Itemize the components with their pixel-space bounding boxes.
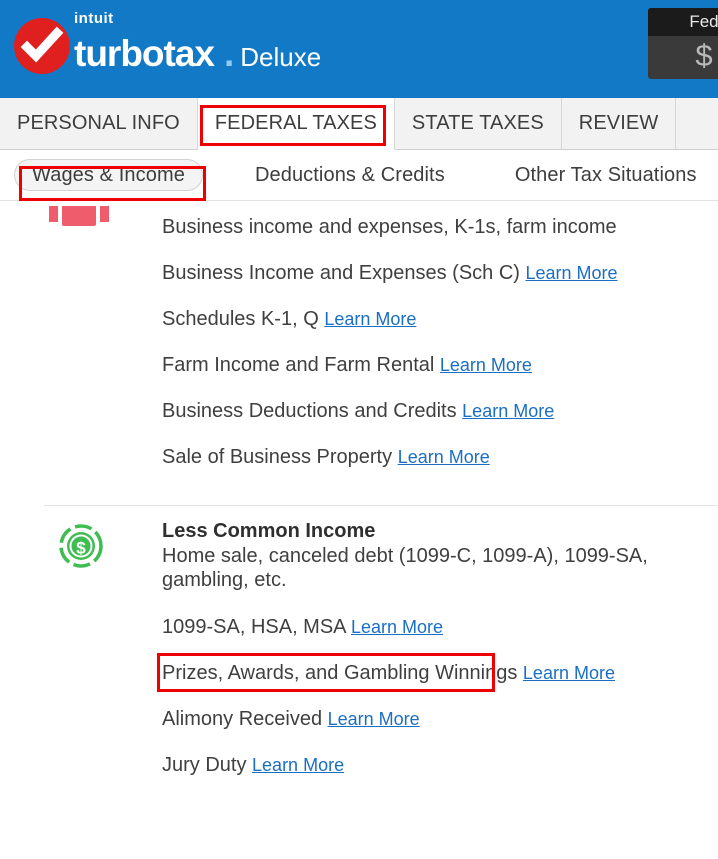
topic-schedules-k1-q[interactable]: Schedules K-1, Q Learn More — [162, 307, 718, 331]
section-less-common-title: Less Common Income — [162, 520, 376, 543]
topic-label: Farm Income and Farm Rental — [162, 354, 435, 377]
section-less-common-subtitle: Home sale, canceled debt (1099-C, 1099-A… — [162, 544, 648, 592]
subtab-other-tax-situations[interactable]: Other Tax Situations — [497, 159, 715, 191]
topic-label: Jury Duty — [162, 753, 247, 776]
topic-label: Business Income and Expenses (Sch C) — [162, 262, 520, 285]
spacer-col — [0, 753, 162, 757]
list-item[interactable]: Jury Duty Learn More — [0, 753, 718, 777]
list-item[interactable]: 1099-SA, HSA, MSA Learn More — [0, 615, 718, 639]
main-tab-bar: PERSONAL INFO FEDERAL TAXES STATE TAXES … — [0, 98, 718, 150]
list-item[interactable]: Schedules K-1, Q Learn More — [0, 307, 718, 331]
topic-farm-income-rental[interactable]: Farm Income and Farm Rental Learn More — [162, 353, 718, 377]
tab-state-taxes[interactable]: STATE TAXES — [394, 98, 562, 149]
spacer-col — [0, 445, 162, 449]
spacer-col — [0, 399, 162, 403]
checkmark-icon — [14, 18, 70, 74]
topic-sale-of-business-property[interactable]: Sale of Business Property Learn More — [162, 445, 718, 469]
topic-label: 1099-SA, HSA, MSA — [162, 615, 346, 638]
topic-business-deductions-credits[interactable]: Business Deductions and Credits Learn Mo… — [162, 399, 718, 423]
briefcase-icon — [49, 206, 111, 228]
section-less-common-header-row: $ Less Common Income Home sale, canceled… — [0, 520, 718, 592]
spacer-col — [0, 661, 162, 665]
spacer-col — [0, 615, 162, 619]
tab-review[interactable]: REVIEW — [561, 98, 677, 149]
income-topic-list: Business income and expenses, K-1s, farm… — [0, 200, 718, 777]
section-business-header-row: Business income and expenses, K-1s, farm… — [0, 206, 718, 239]
tab-federal-taxes[interactable]: FEDERAL TAXES — [197, 98, 395, 150]
topic-label: Alimony Received — [162, 707, 323, 730]
learn-more-link[interactable]: Learn More — [328, 709, 420, 729]
learn-more-link[interactable]: Learn More — [351, 617, 443, 637]
less-common-icon-col: $ — [0, 520, 162, 569]
topic-alimony-received[interactable]: Alimony Received Learn More — [162, 707, 718, 731]
topic-jury-duty[interactable]: Jury Duty Learn More — [162, 753, 718, 777]
turbotax-label: turbotax — [74, 33, 215, 74]
edition-label: Deluxe — [240, 42, 322, 72]
subtab-deductions-and-credits[interactable]: Deductions & Credits — [237, 159, 463, 191]
list-item[interactable]: Sale of Business Property Learn More — [0, 445, 718, 469]
app-header: intuit turbotax. Deluxe Fed $ — [0, 0, 718, 98]
topic-label: Business Deductions and Credits — [162, 400, 457, 423]
list-item[interactable]: Prizes, Awards, and Gambling Winnings Le… — [0, 661, 718, 685]
learn-more-link[interactable]: Learn More — [324, 309, 416, 329]
section-less-common-income: $ Less Common Income Home sale, canceled… — [0, 506, 718, 776]
spacer-col — [0, 707, 162, 711]
refund-counter-label: Fed — [648, 8, 718, 36]
topic-business-income-expenses[interactable]: Business Income and Expenses (Sch C) Lea… — [162, 261, 718, 285]
learn-more-link[interactable]: Learn More — [440, 355, 532, 375]
dollar-coin-icon: $ — [59, 524, 103, 569]
svg-text:$: $ — [76, 539, 86, 558]
topic-label: Sale of Business Property — [162, 446, 393, 469]
spacer-col — [0, 307, 162, 311]
section-less-common-body: Less Common Income Home sale, canceled d… — [162, 520, 718, 592]
turbotax-logo[interactable]: intuit turbotax. Deluxe — [14, 11, 322, 74]
turbotax-dot: . — [224, 33, 234, 74]
intuit-label: intuit — [74, 10, 114, 27]
list-item[interactable]: Business Income and Expenses (Sch C) Lea… — [0, 261, 718, 285]
list-item[interactable]: Business Deductions and Credits Learn Mo… — [0, 399, 718, 423]
brand-wordmark: intuit turbotax. Deluxe — [64, 11, 322, 74]
learn-more-link[interactable]: Learn More — [523, 663, 615, 683]
learn-more-link[interactable]: Learn More — [526, 263, 618, 283]
topic-label: Prizes, Awards, and Gambling Winnings — [162, 661, 518, 684]
list-item[interactable]: Alimony Received Learn More — [0, 707, 718, 731]
refund-counter-amount: $ — [695, 38, 713, 73]
list-item[interactable]: Farm Income and Farm Rental Learn More — [0, 353, 718, 377]
business-icon-col — [0, 206, 162, 226]
spacer-col — [0, 261, 162, 265]
sub-tab-bar: Wages & Income Deductions & Credits Othe… — [0, 150, 718, 200]
subtab-wages-and-income[interactable]: Wages & Income — [14, 159, 203, 191]
section-business-subtitle: Business income and expenses, K-1s, farm… — [162, 216, 617, 238]
federal-refund-counter[interactable]: Fed $ — [648, 8, 718, 79]
tab-personal-info[interactable]: PERSONAL INFO — [0, 98, 198, 149]
learn-more-link[interactable]: Learn More — [398, 447, 490, 467]
learn-more-link[interactable]: Learn More — [462, 401, 554, 421]
topic-label: Schedules K-1, Q — [162, 308, 319, 331]
learn-more-link[interactable]: Learn More — [252, 755, 344, 775]
topic-prizes-awards-gambling[interactable]: Prizes, Awards, and Gambling Winnings Le… — [162, 661, 718, 685]
topic-1099-sa-hsa-msa[interactable]: 1099-SA, HSA, MSA Learn More — [162, 615, 718, 639]
section-business-income: Business income and expenses, K-1s, farm… — [0, 201, 718, 469]
section-business-body: Business income and expenses, K-1s, farm… — [162, 215, 718, 239]
spacer-col — [0, 353, 162, 357]
